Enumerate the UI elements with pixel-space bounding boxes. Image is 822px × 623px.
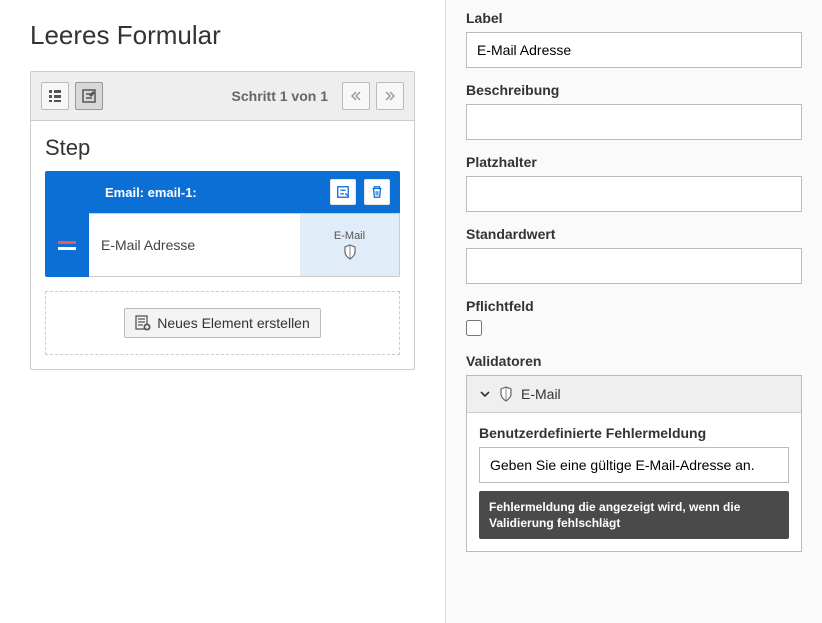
validators-field-label: Validatoren <box>466 353 802 369</box>
chevrons-right-icon <box>385 91 395 101</box>
description-input[interactable] <box>466 104 802 140</box>
add-form-icon <box>135 315 151 331</box>
defaultvalue-field-label: Standardwert <box>466 226 802 242</box>
validator-name: E-Mail <box>521 386 561 402</box>
step-title: Step <box>45 135 400 161</box>
settings-icon <box>336 185 350 199</box>
placeholder-field-label: Platzhalter <box>466 154 802 170</box>
new-element-dropzone[interactable]: Neues Element erstellen <box>45 291 400 355</box>
element-settings-button[interactable] <box>330 179 356 205</box>
required-field-label: Pflichtfeld <box>466 298 802 314</box>
custom-error-input[interactable] <box>479 447 789 483</box>
custom-error-label: Benutzerdefinierte Fehlermeldung <box>479 425 789 441</box>
new-element-label: Neues Element erstellen <box>157 315 310 331</box>
validator-panel: E-Mail Benutzerdefinierte Fehlermeldung … <box>466 375 802 552</box>
properties-panel: Label Beschreibung Platzhalter Standardw… <box>445 0 822 623</box>
form-element-card[interactable]: Email: email-1: E-Mail Adresse E-Mail <box>45 171 400 277</box>
list-icon <box>47 88 63 104</box>
chevron-down-icon <box>479 388 491 400</box>
next-step-button[interactable] <box>376 82 404 110</box>
form-icon <box>81 88 97 104</box>
form-preview: Schritt 1 von 1 Step Email: email-1: <box>30 71 415 370</box>
shield-icon <box>343 244 357 260</box>
preview-toolbar: Schritt 1 von 1 <box>31 72 414 121</box>
trash-icon <box>370 185 384 199</box>
label-field-label: Label <box>466 10 802 26</box>
element-header-label: Email: email-1: <box>55 185 322 200</box>
drag-lines-icon <box>58 241 76 250</box>
shield-icon <box>499 386 513 402</box>
custom-error-tooltip: Fehlermeldung die angezeigt wird, wenn d… <box>479 491 789 539</box>
step-indicator: Schritt 1 von 1 <box>109 88 336 104</box>
view-mode-form-button[interactable] <box>75 82 103 110</box>
new-element-button[interactable]: Neues Element erstellen <box>124 308 321 338</box>
drag-handle[interactable] <box>45 213 89 277</box>
element-field-label: E-Mail Adresse <box>89 213 300 277</box>
description-field-label: Beschreibung <box>466 82 802 98</box>
required-checkbox[interactable] <box>466 320 482 336</box>
chevrons-left-icon <box>351 91 361 101</box>
prev-step-button[interactable] <box>342 82 370 110</box>
defaultvalue-input[interactable] <box>466 248 802 284</box>
element-delete-button[interactable] <box>364 179 390 205</box>
view-mode-structure-button[interactable] <box>41 82 69 110</box>
validator-header[interactable]: E-Mail <box>467 376 801 413</box>
placeholder-input[interactable] <box>466 176 802 212</box>
label-input[interactable] <box>466 32 802 68</box>
page-title: Leeres Formular <box>30 20 415 51</box>
element-badge-text: E-Mail <box>334 230 365 242</box>
element-header: Email: email-1: <box>45 171 400 213</box>
element-type-badge: E-Mail <box>300 213 400 277</box>
